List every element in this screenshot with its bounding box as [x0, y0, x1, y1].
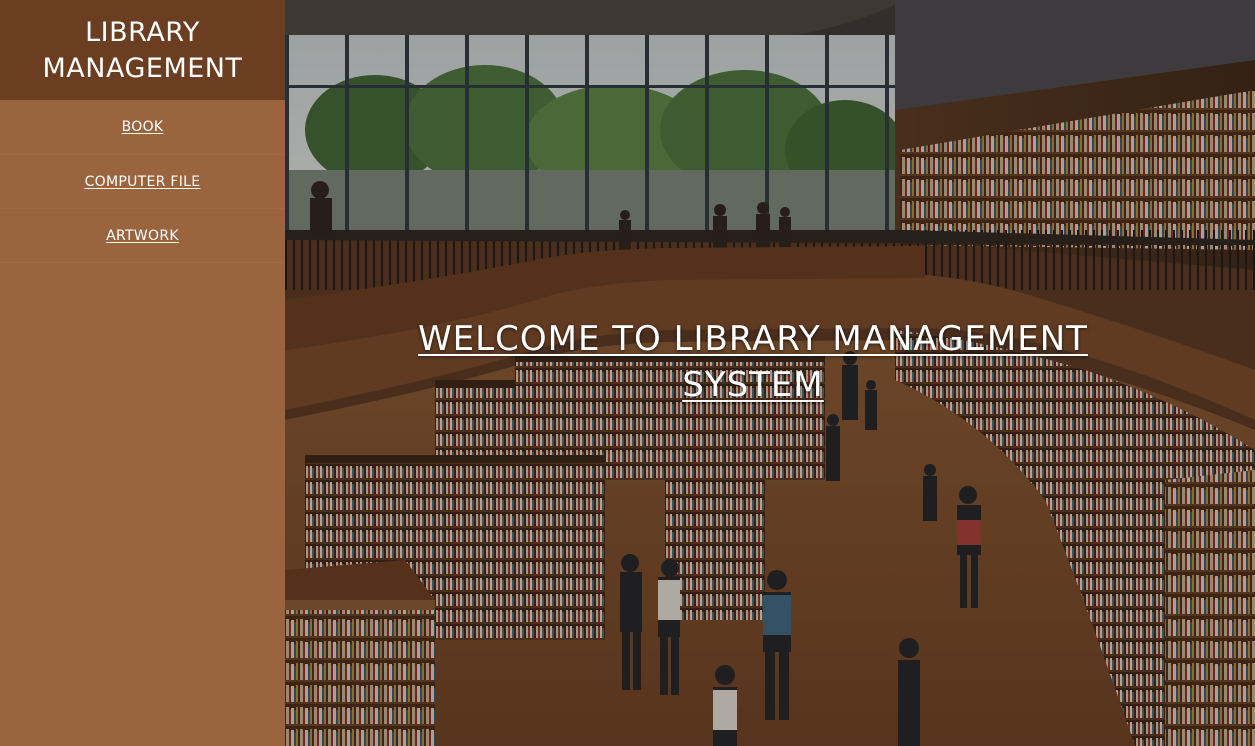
- sidebar-link-book[interactable]: BOOK: [122, 119, 164, 135]
- sidebar-nav: BOOK COMPUTER FILE ARTWORK: [0, 100, 285, 263]
- app-title: LIBRARY MANAGEMENT: [42, 17, 243, 84]
- hero-section: WELCOME TO LIBRARY MANAGEMENT SYSTEM: [285, 0, 1255, 746]
- sidebar-item-computer-file[interactable]: COMPUTER FILE: [0, 155, 285, 209]
- sidebar-item-book[interactable]: BOOK: [0, 100, 285, 155]
- brand-header: LIBRARY MANAGEMENT: [0, 0, 285, 100]
- app-root: LIBRARY MANAGEMENT BOOK COMPUTER FILE AR…: [0, 0, 1255, 746]
- welcome-heading: WELCOME TO LIBRARY MANAGEMENT SYSTEM: [418, 319, 1088, 405]
- sidebar: LIBRARY MANAGEMENT BOOK COMPUTER FILE AR…: [0, 0, 285, 746]
- sidebar-link-computer-file[interactable]: COMPUTER FILE: [85, 174, 201, 190]
- sidebar-link-artwork[interactable]: ARTWORK: [106, 228, 179, 244]
- sidebar-item-artwork[interactable]: ARTWORK: [0, 209, 285, 263]
